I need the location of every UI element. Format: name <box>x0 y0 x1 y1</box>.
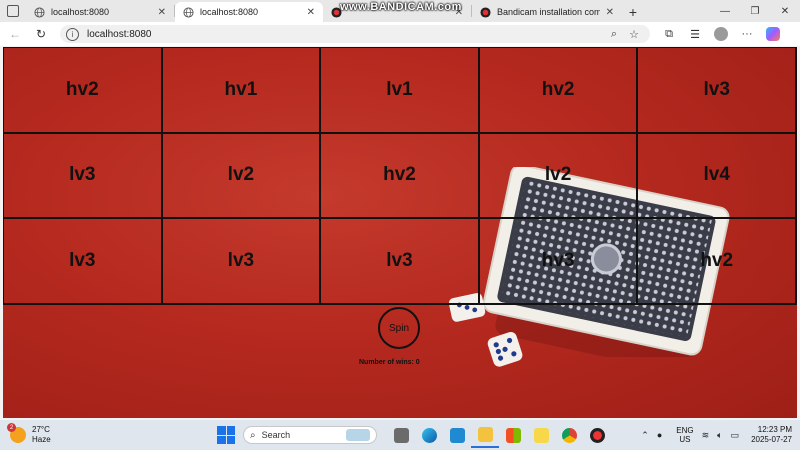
taskbar-search[interactable]: ⌕ Search <box>243 426 377 444</box>
clock-date: 2025-07-27 <box>751 435 792 444</box>
copilot-button[interactable] <box>760 27 786 41</box>
dice-image <box>487 331 523 367</box>
weather-widget[interactable]: 2 27°C Haze <box>7 423 190 445</box>
bandicam-icon <box>589 427 605 443</box>
slot-cell: lv2 <box>162 133 322 220</box>
spin-button[interactable]: Spin <box>378 307 420 349</box>
close-icon[interactable]: ✕ <box>158 7 166 18</box>
sticky-notes-icon <box>533 427 549 443</box>
chevron-up-icon[interactable]: ⌃ <box>641 430 649 441</box>
slot-cell: lv3 <box>162 219 322 305</box>
bandicam-watermark: www.BANDICAM.com <box>340 1 462 13</box>
restore-button[interactable]: ❐ <box>740 0 770 22</box>
info-icon[interactable]: i <box>66 27 79 41</box>
edge-icon <box>421 427 437 443</box>
wins-counter: Number of wins: 0 <box>359 359 420 366</box>
slot-cell: lv3 <box>4 133 163 220</box>
avatar <box>714 27 728 41</box>
search-icon: ⌕ <box>250 429 256 441</box>
slot-cell: lv1 <box>321 48 480 134</box>
task-view-button[interactable] <box>387 422 415 448</box>
tab-title: Bandicam installation completed <box>497 7 600 17</box>
notification-badge: 2 <box>7 423 16 432</box>
wifi-icon[interactable]: ≋ <box>702 430 710 441</box>
battery-icon[interactable]: ▭ <box>731 430 740 441</box>
browser-toolbar: ← ↻ i localhost:8080 ⌕ ☆ ⧉ ☰ ··· <box>0 22 800 46</box>
tab-2[interactable]: localhost:8080 ✕ <box>175 2 323 22</box>
close-icon[interactable]: ✕ <box>307 7 315 18</box>
slot-cell: hv2 <box>479 48 639 134</box>
slot-cell: lv3 <box>638 48 797 134</box>
slot-grid: hv2 hv1 lv1 hv2 lv3 lv3 lv2 hv2 lv2 lv4 … <box>3 47 797 305</box>
weather-temp: 27°C <box>32 425 50 434</box>
profile-button[interactable] <box>708 27 734 41</box>
slot-cell: hv2 <box>4 48 163 134</box>
page-viewport: hv2 hv1 lv1 hv2 lv3 lv3 lv2 hv2 lv2 lv4 … <box>3 47 797 418</box>
copilot-icon <box>766 27 780 41</box>
start-icon <box>217 426 226 435</box>
slot-cell: hv1 <box>162 48 322 134</box>
vscode-icon <box>449 427 465 443</box>
address-bar[interactable]: i localhost:8080 ⌕ ☆ <box>60 25 650 43</box>
slot-cell: lv2 <box>479 133 639 220</box>
weather-desc: Haze <box>32 435 51 444</box>
windows-taskbar: 2 27°C Haze ⌕ Search ⌃ ● ENG US ≋ 🔈︎ ▭ 1… <box>0 420 800 450</box>
window-controls: — ❐ ✕ <box>710 0 800 22</box>
minimize-button[interactable]: — <box>710 0 740 22</box>
weather-sun-icon: 2 <box>7 423 26 443</box>
favorite-star-icon[interactable]: ☆ <box>624 28 644 41</box>
zoom-icon[interactable]: ⌕ <box>604 28 624 41</box>
new-tab-button[interactable]: + <box>622 2 644 22</box>
close-icon[interactable]: ✕ <box>606 7 614 18</box>
reload-button[interactable]: ↻ <box>30 23 52 45</box>
clock[interactable]: 12:23 PM 2025-07-27 <box>751 425 792 445</box>
store-app[interactable] <box>499 422 527 448</box>
chrome-app[interactable] <box>555 422 583 448</box>
folder-icon <box>477 426 493 442</box>
url-text: localhost:8080 <box>87 28 152 40</box>
tab-actions-icon <box>7 5 19 17</box>
tab-title: localhost:8080 <box>200 7 259 17</box>
slot-cell: lv3 <box>4 219 163 305</box>
tab-actions-button[interactable] <box>0 0 26 22</box>
sticky-notes-app[interactable] <box>527 422 555 448</box>
globe-icon <box>183 6 194 18</box>
back-button[interactable]: ← <box>4 23 26 45</box>
language-indicator[interactable]: ENG US <box>676 426 693 444</box>
tab-1[interactable]: localhost:8080 ✕ <box>26 2 174 22</box>
slot-cell: hv3 <box>479 219 639 305</box>
slot-cell: hv2 <box>321 133 480 220</box>
file-explorer-app[interactable] <box>471 422 499 448</box>
bandicam-icon <box>480 6 491 18</box>
store-icon <box>505 427 521 443</box>
extensions-icon[interactable]: ⧉ <box>656 28 682 41</box>
slot-cell: lv3 <box>321 219 480 305</box>
edge-app[interactable] <box>415 422 443 448</box>
favorites-icon[interactable]: ☰ <box>682 28 708 41</box>
lang-code: ENG <box>676 426 694 435</box>
close-window-button[interactable]: ✕ <box>770 0 800 22</box>
bandicam-app[interactable] <box>583 422 611 448</box>
volume-icon[interactable]: 🔈︎ <box>717 430 722 441</box>
slot-cell: lv4 <box>638 133 797 220</box>
globe-icon <box>34 6 45 18</box>
vscode-app[interactable] <box>443 422 471 448</box>
start-button[interactable] <box>217 426 235 444</box>
system-tray: ⌃ ● ENG US ≋ 🔈︎ ▭ 12:23 PM 2025-07-27 <box>633 425 792 445</box>
slot-cell: hv2 <box>638 219 797 305</box>
search-placeholder: Search <box>261 430 291 440</box>
more-menu-button[interactable]: ··· <box>734 28 760 40</box>
chrome-icon <box>561 427 577 443</box>
clock-time: 12:23 PM <box>757 425 792 434</box>
tab-4[interactable]: Bandicam installation completed ✕ <box>472 2 622 22</box>
lang-region: US <box>679 435 691 444</box>
task-view-icon <box>393 427 409 443</box>
tab-title: localhost:8080 <box>51 7 110 17</box>
tray-app-icon[interactable]: ● <box>657 430 662 440</box>
search-highlight-icon <box>346 429 370 441</box>
